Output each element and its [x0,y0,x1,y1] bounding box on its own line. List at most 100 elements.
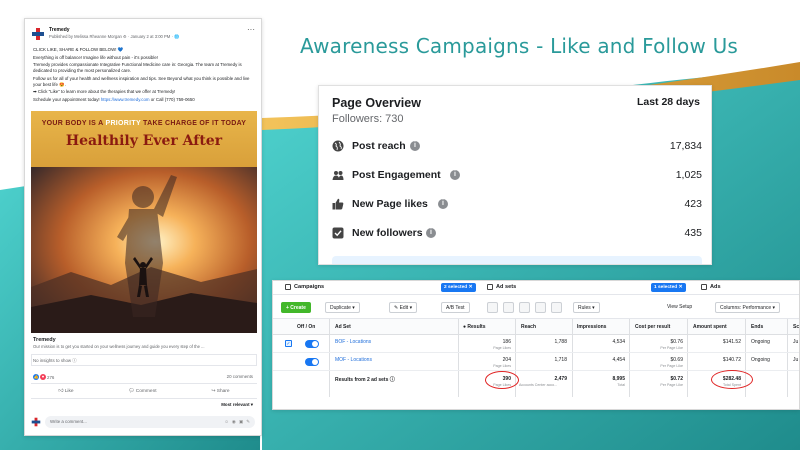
undo-icon[interactable] [503,302,514,313]
adset-toggle[interactable] [305,340,319,348]
cell-results: 186 [502,339,511,345]
trash-icon[interactable] [519,302,530,313]
comment-composer: Write a comment... ☺ ◉ ▣ ✎ [31,415,257,429]
link-preview-title[interactable]: Tremedy [33,337,56,343]
see-more-button[interactable] [332,256,702,264]
cell-reach: 1,788 [554,339,567,345]
website-link[interactable]: https://www.tremedy.com [101,97,150,102]
globe-icon [332,140,344,152]
slide-title: Awareness Campaigns - Like and Follow Us [300,34,739,58]
metric-value: 423 [684,198,702,210]
ab-test-button[interactable]: A/B Test [441,302,470,313]
view-setup-toggle[interactable]: View Setup [667,304,692,310]
adset-name-link[interactable]: BOF - Locations [335,339,371,345]
highlight-circle-results [485,371,519,389]
tab-ad-sets[interactable]: Ad sets [487,284,516,290]
toolbar: + Create Duplicate ▾ ✎ Edit ▾ A/B Test R… [273,295,799,319]
tab-ads[interactable]: Ads [701,284,721,290]
cell-spent: $141.52 [722,339,741,345]
comment-sort-dropdown[interactable]: Most relevant ▾ [221,402,253,408]
sunset-silhouette-photo [31,167,257,333]
col-ad-set[interactable]: Ad Set [335,324,351,330]
love-reaction-icon: ♥ [40,374,46,380]
edit-button[interactable]: ✎ Edit ▾ [389,302,418,313]
metric-row-post-reach: Post reach i 17,834 [332,138,702,156]
metric-label: Post reach [352,140,406,152]
info-icon[interactable]: i [438,199,448,209]
tagline-part: TAKE CHARGE OF IT TODAY [140,120,247,127]
adset-name-link[interactable]: MOF - Locations [335,357,372,363]
info-icon[interactable]: i [426,228,436,238]
row-checkbox[interactable]: ✓ [285,340,292,347]
like-label: Like [64,388,74,394]
cell-schedule: Ju [793,357,799,363]
like-button[interactable]: 👍︎ Like [58,389,73,394]
rules-dropdown[interactable]: Rules ▾ [573,302,600,313]
tag-icon[interactable] [535,302,546,313]
reactions-summary[interactable]: 👍 ♥ 276 [33,374,54,380]
tab-label: Ad sets [496,284,517,290]
post-image[interactable]: YOUR BODY IS A PRIORITY TAKE CHARGE OF I… [31,111,257,333]
chart-icon[interactable] [551,302,562,313]
col-results[interactable]: ● Results [463,324,485,330]
col-amount-spent[interactable]: Amount spent [693,324,727,330]
image-tagline: YOUR BODY IS A PRIORITY TAKE CHARGE OF I… [31,120,257,127]
comment-label: Comment [135,388,157,394]
create-button[interactable]: + Create [281,302,311,313]
tab-campaigns[interactable]: Campaigns [285,284,324,290]
folder-icon [285,284,291,290]
adset-toggle[interactable] [305,358,319,366]
cell-ends: Ongoing [751,357,770,363]
col-off-on[interactable]: Off / On [297,324,315,330]
more-options-icon[interactable]: ··· [247,26,255,34]
totals-label: Results from 2 ad sets ⓘ [335,377,395,383]
post-line: Tremedy provides compassionate Integrati… [33,62,242,73]
table-row[interactable]: ✓ BOF - Locations 186 Page Likes 1,788 4… [273,336,799,353]
date-range[interactable]: Last 28 days [637,96,700,108]
col-ends[interactable]: Ends [751,324,763,330]
cell-cost-sub: Per Page Like [660,364,683,368]
cell-impressions: 4,454 [612,357,625,363]
info-icon[interactable]: i [410,141,420,151]
post-actions: 👍︎ Like 💬︎ Comment ↪ Share [31,385,257,397]
tremedy-logo-icon[interactable] [31,27,45,41]
share-button[interactable]: ↪ Share [211,389,229,394]
table-row[interactable]: MOF - Locations 204 Page Likes 1,718 4,4… [273,354,799,371]
tab-label: Campaigns [294,284,325,290]
post-text: CLICK LIKE, SHARE & FOLLOW BELOW! 💙 Ever… [33,47,257,104]
col-reach[interactable]: Reach [521,324,536,330]
tab-label: Ads [710,284,721,290]
duplicate-button[interactable]: Duplicate ▾ [325,302,360,313]
cell-cost: $0.69 [670,357,683,363]
divider [31,383,257,384]
comment-tools-icons[interactable]: ☺ ◉ ▣ ✎ [224,419,251,425]
thumbs-up-icon [332,198,344,210]
metric-label: Post Engagement [352,169,441,181]
total-cost: $0.72 [670,376,683,382]
total-impressions-sub: Total [617,383,625,387]
post-line: CLICK LIKE, SHARE & FOLLOW BELOW! 💙 [33,47,124,52]
ads-manager-table: Campaigns 2 selected ✕ Ad sets 1 selecte… [272,280,800,410]
page-name[interactable]: Tremedy [49,27,70,33]
image-banner: YOUR BODY IS A PRIORITY TAKE CHARGE OF I… [31,111,257,167]
col-impressions[interactable]: Impressions [577,324,606,330]
comment-button[interactable]: 💬︎ Comment [128,389,156,394]
col-schedule[interactable]: Sc [793,324,799,330]
post-line: Follow us for all of your health and wel… [33,75,250,87]
metric-value: 17,834 [669,140,702,152]
campaigns-selected-chip[interactable]: 2 selected ✕ [441,283,476,292]
grid-icon [487,284,493,290]
comments-count[interactable]: 20 comments [227,374,253,379]
metric-row-new-followers: New followers i 435 [332,225,702,243]
post-header: Tremedy Published by Melissa Rheanne Mor… [31,26,257,49]
adsets-selected-chip[interactable]: 1 selected ✕ [651,283,686,292]
followers-count: Followers: 730 [332,113,404,125]
metric-value: 1,025 [675,169,702,181]
delete-icon[interactable] [487,302,498,313]
people-icon [332,171,344,180]
appointment-prefix: Schedule your appointment today! [33,96,101,102]
info-icon[interactable]: i [450,170,460,180]
appointment-suffix: or Call (770) 759-0650 [149,96,195,102]
columns-dropdown[interactable]: Columns: Performance ▾ [715,302,781,313]
col-cost-per-result[interactable]: Cost per result [635,324,670,330]
